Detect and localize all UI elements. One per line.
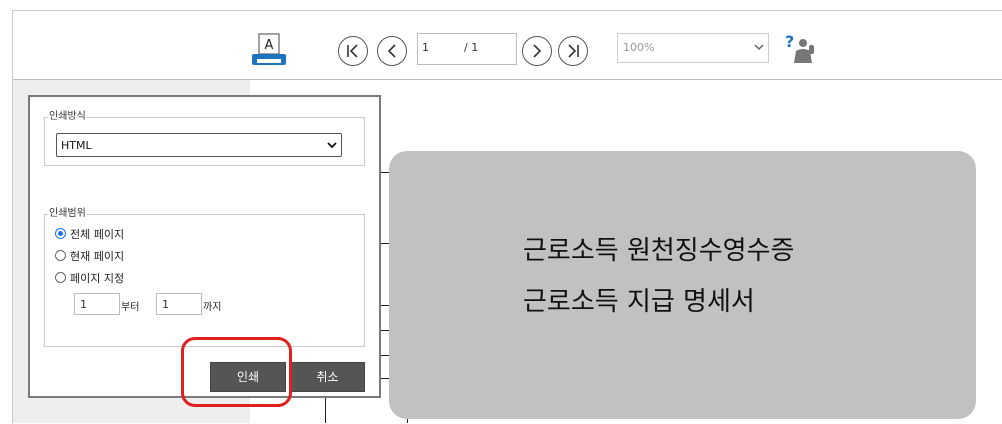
page-to-value: 1	[162, 298, 169, 311]
printer-icon[interactable]: A	[250, 33, 288, 69]
chevron-down-icon	[327, 142, 337, 149]
next-page-button[interactable]	[522, 36, 552, 66]
radio-all-pages[interactable]	[55, 228, 66, 239]
radio-all-pages-label[interactable]: 전체 페이지	[70, 228, 124, 241]
first-page-button[interactable]	[338, 36, 368, 66]
cancel-button[interactable]: 취소	[290, 362, 365, 392]
print-range-legend: 인쇄범위	[48, 208, 87, 220]
page-number-input[interactable]: 1 / 1	[417, 33, 517, 65]
print-method-select[interactable]: HTML	[56, 133, 342, 157]
svg-text:?: ?	[785, 33, 794, 51]
last-page-icon	[568, 44, 579, 58]
radio-current-page[interactable]	[55, 250, 66, 261]
prev-page-icon	[387, 44, 396, 58]
highlight-annotation	[181, 337, 292, 407]
radio-page-range[interactable]	[55, 272, 66, 283]
total-pages-label: / 1	[464, 41, 479, 54]
radio-current-page-label[interactable]: 현재 페이지	[70, 250, 124, 263]
page-from-value: 1	[80, 298, 87, 311]
last-page-button[interactable]	[558, 36, 588, 66]
current-page-value: 1	[422, 41, 429, 54]
document-title-overlay	[389, 151, 976, 419]
page-to-input[interactable]: 1	[156, 293, 202, 315]
printer-icon-letter: A	[265, 38, 274, 53]
overlay-title-line-1: 근로소득 원천징수영수증	[523, 236, 795, 266]
zoom-value: 100%	[623, 41, 655, 54]
next-page-icon	[533, 44, 542, 58]
page-to-label: 까지	[203, 302, 222, 313]
help-person-icon[interactable]: ?	[783, 32, 819, 69]
print-method-legend: 인쇄방식	[48, 111, 87, 123]
page-from-input[interactable]: 1	[74, 293, 120, 315]
doc-table-line	[325, 398, 326, 423]
page-from-label: 부터	[121, 302, 140, 313]
prev-page-button[interactable]	[377, 36, 407, 66]
first-page-icon	[347, 44, 358, 58]
print-method-value: HTML	[61, 139, 92, 152]
zoom-select[interactable]: 100%	[617, 33, 769, 63]
chevron-down-icon	[754, 44, 764, 51]
overlay-title-line-2: 근로소득 지급 명세서	[523, 287, 755, 317]
radio-page-range-label[interactable]: 페이지 지정	[70, 272, 124, 285]
